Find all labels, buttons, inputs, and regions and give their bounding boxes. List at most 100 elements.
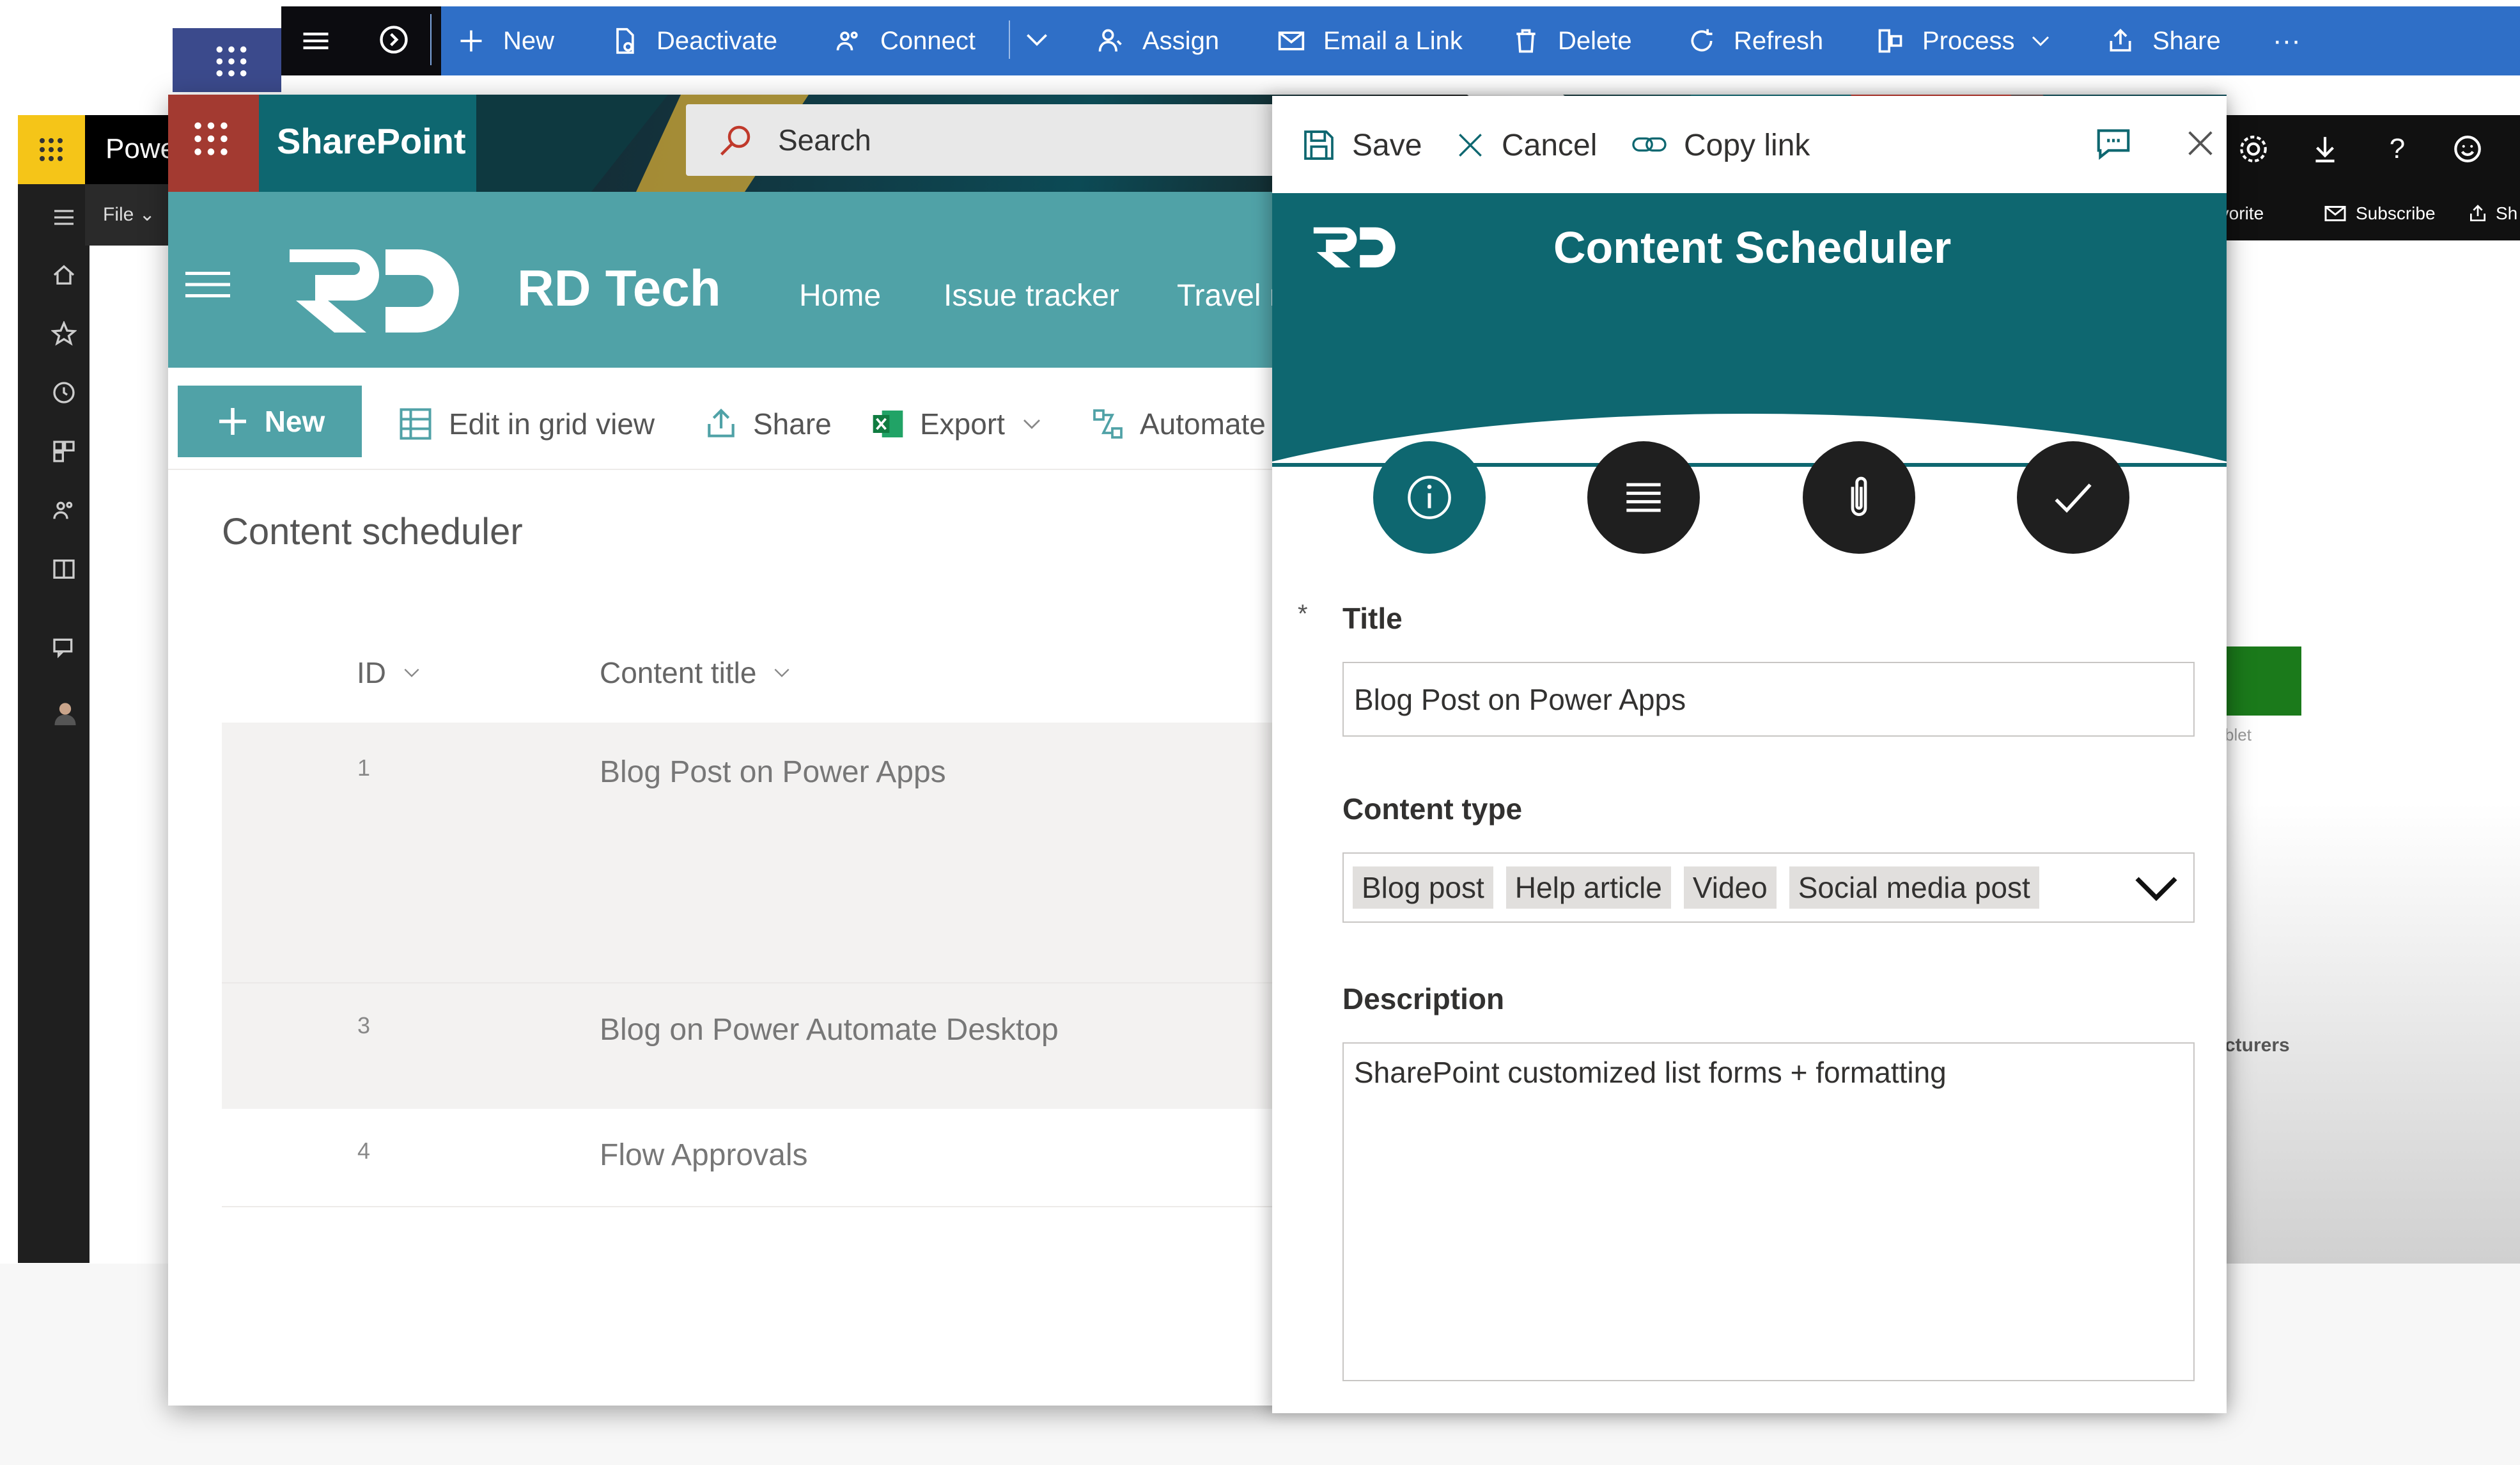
- site-title: RD Tech: [517, 260, 721, 317]
- column-header-content-title[interactable]: Content title: [600, 655, 795, 690]
- connect-button[interactable]: Connect: [834, 6, 976, 75]
- cancel-button[interactable]: Cancel: [1454, 123, 1597, 168]
- search-placeholder: Search: [778, 123, 871, 157]
- chevron-down-icon[interactable]: [2133, 873, 2179, 904]
- background-app-title: Powe: [105, 133, 176, 164]
- divider: [430, 14, 432, 65]
- copy-link-button[interactable]: Copy link: [1630, 123, 1810, 168]
- divider: [1009, 20, 1010, 59]
- feedback-icon[interactable]: [2094, 124, 2133, 164]
- background-app-content: blet cturers: [2199, 240, 2520, 1264]
- hamburger-icon[interactable]: [182, 269, 233, 301]
- nav-issue-tracker[interactable]: Issue tracker: [944, 278, 1119, 313]
- automate-button[interactable]: Automate: [1090, 402, 1266, 446]
- more-button[interactable]: ···: [2273, 6, 2301, 75]
- hamburger-icon: [299, 24, 332, 58]
- clock-icon[interactable]: [51, 380, 83, 412]
- flow-icon: [1093, 409, 1123, 439]
- hamburger-icon[interactable]: [51, 205, 83, 237]
- people-icon[interactable]: [51, 497, 83, 529]
- site-logo[interactable]: [283, 237, 469, 333]
- app-launcher-button[interactable]: [173, 28, 281, 92]
- table-row[interactable]: 1 Blog Post on Power Apps: [222, 723, 1436, 982]
- info-tab[interactable]: [1373, 441, 1486, 554]
- save-icon: [1304, 130, 1334, 160]
- table-row[interactable]: 4 Flow Approvals: [222, 1109, 1436, 1207]
- required-marker: *: [1298, 600, 1308, 628]
- app-logo: [1311, 219, 1400, 270]
- waffle-icon: [189, 116, 233, 161]
- download-icon[interactable]: [2309, 133, 2341, 165]
- mail-icon: [2324, 206, 2346, 221]
- avatar[interactable]: [51, 698, 83, 730]
- background-file-bar: File ⌄: [85, 184, 168, 246]
- row-title[interactable]: Blog Post on Power Apps: [600, 755, 946, 790]
- new-button[interactable]: New: [457, 6, 554, 75]
- history-icon[interactable]: [377, 23, 410, 56]
- app-launcher-tile[interactable]: [18, 115, 85, 184]
- share-icon: [2470, 205, 2485, 221]
- deactivate-button[interactable]: Deactivate: [611, 6, 777, 75]
- row-title[interactable]: Flow Approvals: [600, 1138, 807, 1173]
- book-icon[interactable]: [51, 556, 83, 588]
- subscribe-link[interactable]: Subscribe: [2324, 200, 2436, 228]
- nav-travel[interactable]: Travel r: [1177, 278, 1280, 313]
- email-link-button[interactable]: Email a Link: [1277, 6, 1463, 75]
- green-tile: [2225, 646, 2301, 716]
- chevron-down-icon: [1023, 419, 1040, 429]
- file-menu[interactable]: File ⌄: [103, 203, 155, 226]
- refresh-button[interactable]: Refresh: [1688, 6, 1823, 75]
- share-button[interactable]: Share: [2106, 6, 2221, 75]
- content-type-tag[interactable]: Help article: [1505, 866, 1671, 909]
- app-title: Content Scheduler: [1553, 223, 1952, 272]
- edit-grid-view-button[interactable]: Edit in grid view: [396, 402, 655, 446]
- table-row[interactable]: 3 Blog on Power Automate Desktop: [222, 982, 1436, 1109]
- background-text-fragment: cturers: [2225, 1035, 2290, 1056]
- row-id: 1: [357, 755, 371, 781]
- row-title[interactable]: Blog on Power Automate Desktop: [600, 1012, 1059, 1047]
- sharepoint-brand[interactable]: SharePoint: [259, 95, 476, 192]
- content-type-dropdown[interactable]: Blog post Help article Video Social medi…: [1342, 852, 2195, 923]
- column-header-id[interactable]: ID: [357, 655, 424, 690]
- details-tab[interactable]: [1587, 441, 1700, 554]
- gear-icon[interactable]: [2237, 133, 2269, 165]
- content-type-tag[interactable]: Video: [1683, 866, 1777, 909]
- confirm-tab[interactable]: [2017, 441, 2129, 554]
- people-icon: [836, 31, 858, 51]
- document-icon: [616, 27, 634, 54]
- share-button[interactable]: Share: [703, 402, 832, 446]
- assign-button[interactable]: Assign: [1096, 6, 1219, 75]
- info-icon: [1408, 476, 1451, 519]
- site-map-button[interactable]: [281, 6, 441, 75]
- content-type-tag[interactable]: Social media post: [1789, 866, 2039, 909]
- list-icon: [1626, 483, 1661, 512]
- close-icon[interactable]: [2184, 127, 2217, 160]
- attachments-tab[interactable]: [1803, 441, 1915, 554]
- form-panel: Save Cancel Copy link Content Scheduler: [1272, 96, 2227, 1413]
- help-icon[interactable]: ?: [2381, 133, 2413, 165]
- content-type-tag[interactable]: Blog post: [1353, 866, 1493, 909]
- title-input[interactable]: Blog Post on Power Apps: [1342, 662, 2195, 737]
- process-button[interactable]: Process: [1876, 6, 2053, 75]
- title-label: Title: [1342, 602, 1403, 635]
- delete-button[interactable]: Delete: [1512, 6, 1632, 75]
- row-id: 4: [357, 1138, 371, 1164]
- star-icon[interactable]: [51, 321, 83, 353]
- description-textarea[interactable]: SharePoint customized list forms + forma…: [1342, 1042, 2195, 1381]
- app-launcher-button[interactable]: [168, 95, 259, 192]
- nav-home[interactable]: Home: [799, 278, 881, 313]
- new-item-button[interactable]: New: [178, 386, 362, 457]
- save-button[interactable]: Save: [1301, 123, 1422, 168]
- grid-icon: [400, 408, 432, 440]
- home-icon[interactable]: [51, 262, 83, 294]
- chevron-down-icon[interactable]: [1022, 26, 1052, 54]
- plus-icon: [460, 30, 482, 52]
- row-id: 3: [357, 1012, 371, 1038]
- chat-icon[interactable]: [51, 634, 83, 666]
- smiley-icon[interactable]: [2452, 133, 2484, 165]
- app-banner: Content Scheduler: [1272, 193, 2227, 467]
- export-button[interactable]: Export: [870, 402, 1045, 446]
- share-icon: [708, 409, 735, 437]
- dashboard-icon[interactable]: [51, 439, 83, 471]
- share-link[interactable]: Sh: [2468, 200, 2517, 228]
